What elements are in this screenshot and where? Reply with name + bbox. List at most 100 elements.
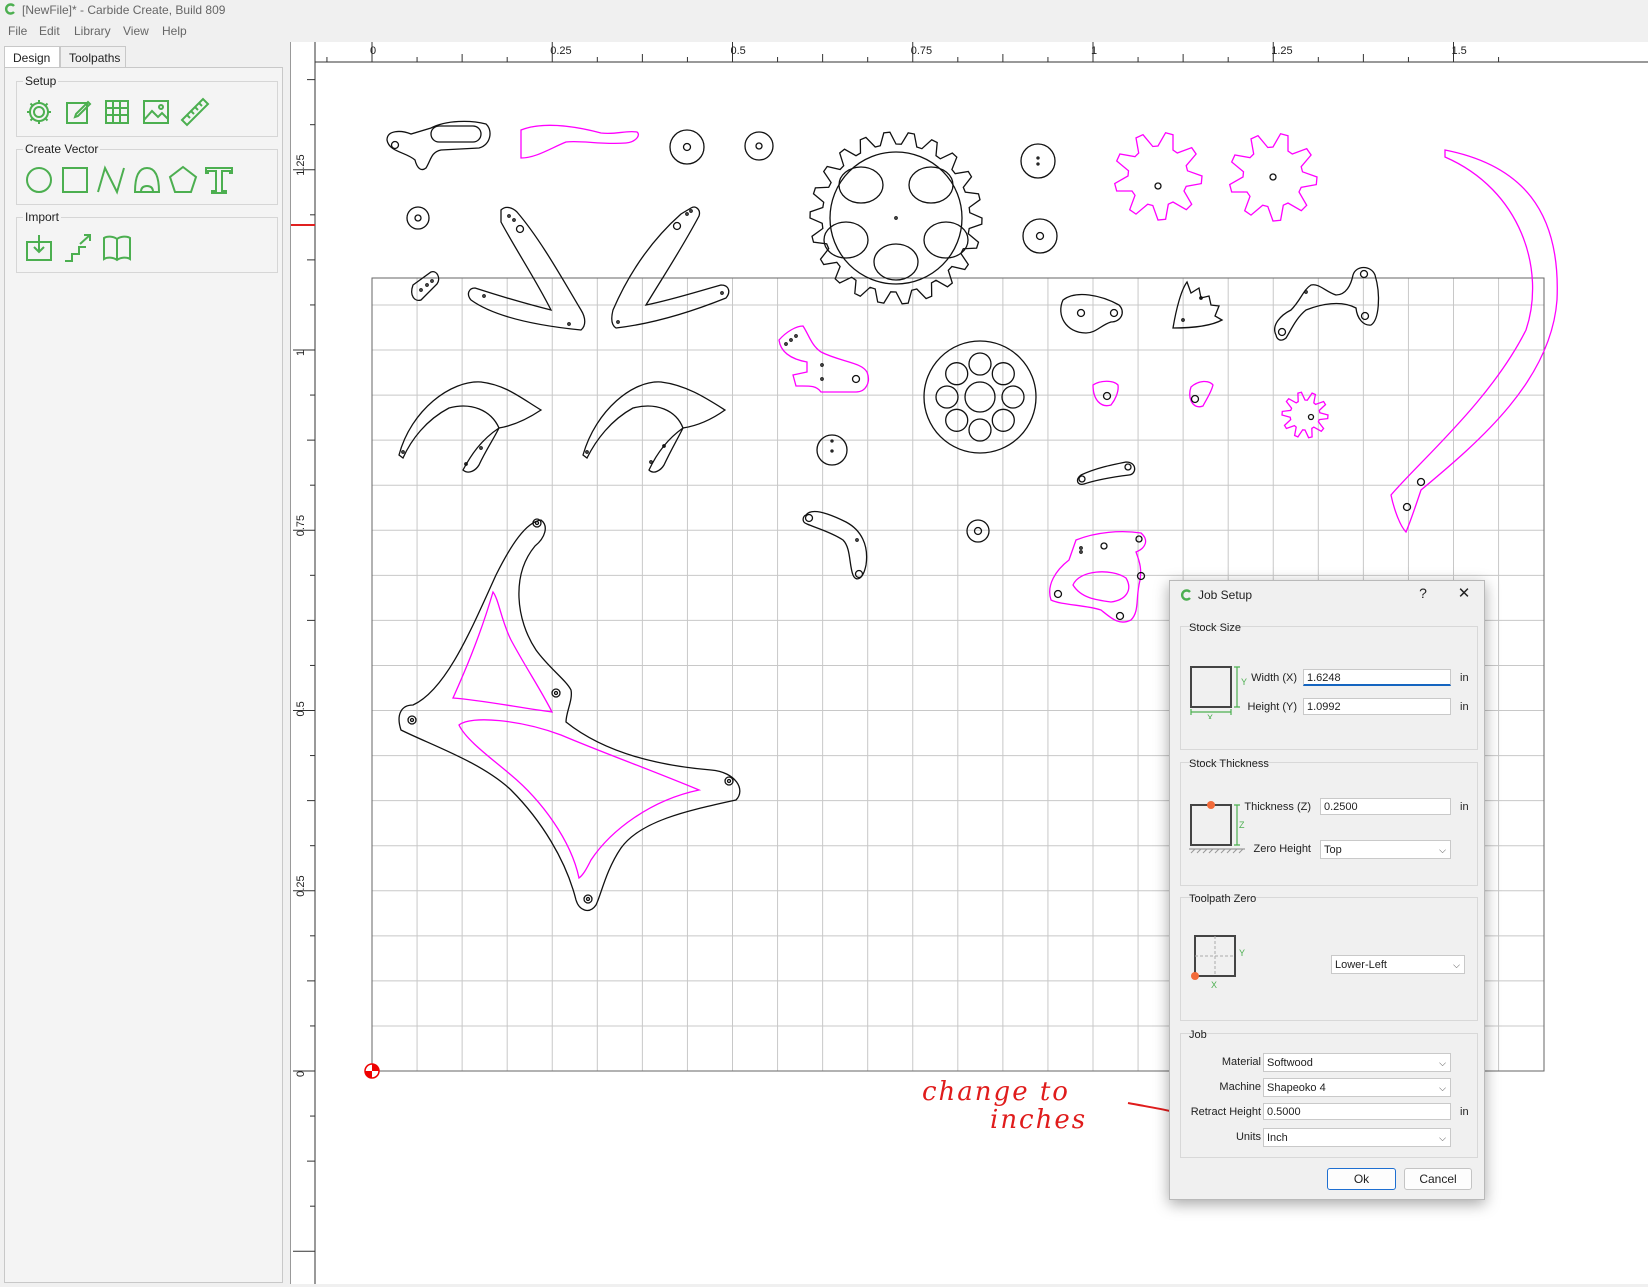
- flower-hole: [935, 385, 959, 409]
- gear-window: [823, 221, 869, 259]
- import-group-label: Import: [23, 210, 62, 224]
- stock-size-label: Stock Size: [1189, 622, 1241, 634]
- retract-height-input[interactable]: 0.5000: [1263, 1103, 1451, 1120]
- toolpath-zero-select[interactable]: Lower-Left ⌵: [1331, 955, 1465, 974]
- window-title: [NewFile]* - Carbide Create, Build 809: [22, 3, 226, 17]
- flower-hole: [945, 408, 969, 432]
- ruler-y-label: 1.25: [295, 154, 307, 175]
- menu-edit[interactable]: Edit: [39, 24, 60, 38]
- chevron-down-icon: ⌵: [1439, 1133, 1446, 1143]
- edit-notes-icon[interactable]: [62, 96, 94, 128]
- cancel-button[interactable]: Cancel: [1404, 1168, 1472, 1190]
- title-bar: [NewFile]* - Carbide Create, Build 809: [0, 0, 1648, 20]
- top-ruler: [291, 42, 1648, 62]
- polygon-tool-icon[interactable]: [167, 164, 199, 196]
- job-section: Job Material Softwood ⌵ Machine Shapeoko…: [1180, 1029, 1478, 1158]
- machine-label: Machine: [1219, 1081, 1261, 1093]
- annotation-line-2: inches: [990, 1105, 1088, 1135]
- zero-height-select[interactable]: Top ⌵: [1320, 840, 1451, 859]
- toolpath-zero-value: Lower-Left: [1335, 959, 1387, 971]
- import-group: Import: [16, 210, 278, 273]
- width-label: Width (X): [1251, 672, 1297, 684]
- create-vector-group-label: Create Vector: [23, 142, 101, 156]
- setup-group: Setup: [16, 74, 278, 137]
- library-book-icon[interactable]: [101, 232, 133, 264]
- menu-view[interactable]: View: [123, 24, 149, 38]
- thickness-input[interactable]: 0.2500: [1320, 798, 1451, 815]
- import-vector-icon[interactable]: [23, 232, 55, 264]
- ruler-x-label: 0.5: [731, 45, 746, 57]
- retract-height-unit: in: [1460, 1106, 1469, 1118]
- tab-design[interactable]: Design: [4, 46, 60, 69]
- gear-window: [923, 221, 969, 259]
- machine-select[interactable]: Shapeoko 4 ⌵: [1263, 1078, 1451, 1097]
- menu-bar: File Edit Library View Help: [0, 20, 1648, 42]
- stock-size-section: Stock Size Y X Width (X) 1.6248 in Heigh…: [1180, 622, 1478, 750]
- text-tool-icon[interactable]: [203, 164, 235, 196]
- material-value: Softwood: [1267, 1057, 1313, 1069]
- flower-hole: [1001, 385, 1025, 409]
- ruler-y-label: 0: [295, 1071, 307, 1077]
- magenta-gear: [1228, 132, 1318, 222]
- material-select[interactable]: Softwood ⌵: [1263, 1053, 1451, 1072]
- ruler-y-label: 0.25: [295, 875, 307, 896]
- ruler-x-label: 1.25: [1271, 45, 1292, 57]
- toolpath-zero-section: Toolpath Zero Y X Lower-Left ⌵: [1180, 893, 1478, 1021]
- svg-text:Y: Y: [1239, 948, 1245, 958]
- import-steps-icon[interactable]: [62, 232, 94, 264]
- rectangle-tool-icon[interactable]: [59, 164, 91, 196]
- ruler-x-label: 0: [370, 45, 376, 57]
- dialog-title: Job Setup: [1198, 588, 1253, 602]
- job-setup-dialog: Job Setup ? ✕ Stock Size Y X Width (X) 1…: [1169, 580, 1485, 1200]
- chevron-down-icon: ⌵: [1439, 845, 1446, 855]
- left-ruler: [291, 42, 315, 1284]
- job-label: Job: [1189, 1029, 1207, 1041]
- units-select[interactable]: Inch ⌵: [1263, 1128, 1451, 1147]
- width-input[interactable]: 1.6248: [1303, 669, 1451, 686]
- menu-library[interactable]: Library: [74, 24, 111, 38]
- width-unit: in: [1460, 672, 1469, 684]
- svg-text:X: X: [1207, 713, 1213, 719]
- units-label: Units: [1235, 1131, 1261, 1143]
- grid-icon[interactable]: [101, 96, 133, 128]
- curve-tool-icon[interactable]: [131, 164, 163, 196]
- ruler-y-label: 0.75: [295, 515, 307, 536]
- circle-tool-icon[interactable]: [23, 164, 55, 196]
- height-input[interactable]: 1.0992: [1303, 698, 1451, 715]
- magenta-gear: [1113, 131, 1203, 221]
- zero-height-value: Top: [1324, 844, 1342, 856]
- zero-height-label: Zero Height: [1253, 843, 1311, 855]
- flower-outline: [923, 340, 1037, 454]
- gear-rim: [829, 151, 963, 285]
- ruler-icon[interactable]: [179, 96, 211, 128]
- annotation-line-1: change to: [922, 1077, 1070, 1107]
- design-panel: Setup Create Vector Import: [4, 67, 283, 1283]
- annotation-text: change to inches: [922, 1078, 1087, 1134]
- create-vector-group: Create Vector: [16, 142, 278, 205]
- close-button[interactable]: ✕: [1456, 584, 1472, 602]
- thickness-label: Thickness (Z): [1244, 801, 1311, 813]
- ruler-x-label: 0.75: [911, 45, 932, 57]
- stock-thickness-section: Stock Thickness Z Thickness (Z) 0.2500 i…: [1180, 758, 1478, 886]
- ok-button[interactable]: Ok: [1327, 1168, 1396, 1190]
- retract-height-label: Retract Height: [1190, 1106, 1261, 1118]
- tab-toolpaths[interactable]: Toolpaths: [60, 46, 126, 69]
- menu-help[interactable]: Help: [162, 24, 187, 38]
- polyline-tool-icon[interactable]: [95, 164, 127, 196]
- material-label: Material: [1221, 1056, 1261, 1068]
- ruler-x-label: 1: [1091, 45, 1097, 57]
- gear-window: [838, 166, 884, 204]
- origin-marker-icon: [364, 1063, 380, 1079]
- job-setup-gear-icon[interactable]: [23, 96, 55, 128]
- help-button[interactable]: ?: [1416, 585, 1430, 601]
- dialog-logo-icon: [1181, 589, 1191, 601]
- gear-hole: [1269, 173, 1277, 181]
- chevron-down-icon: ⌵: [1439, 1058, 1446, 1068]
- setup-group-label: Setup: [23, 74, 59, 88]
- svg-text:Z: Z: [1239, 820, 1245, 830]
- stock-thickness-label: Stock Thickness: [1189, 758, 1269, 770]
- image-icon[interactable]: [140, 96, 172, 128]
- magenta-gear: [1281, 391, 1329, 439]
- menu-file[interactable]: File: [8, 24, 27, 38]
- ruler-x-label: 1.5: [1452, 45, 1467, 57]
